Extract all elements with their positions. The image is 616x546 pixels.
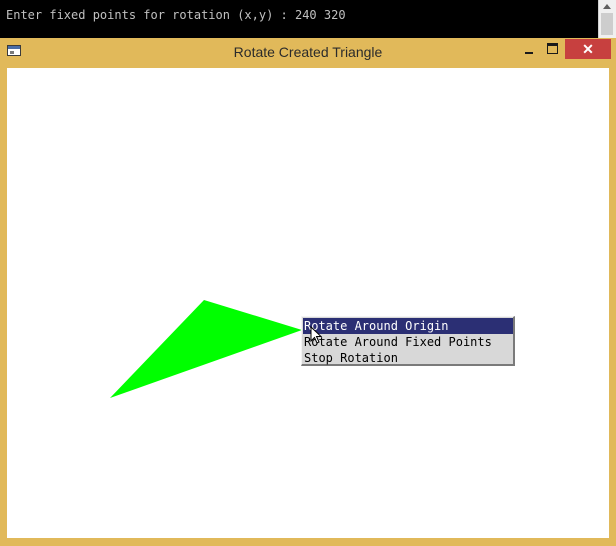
console-scrollbar[interactable] — [598, 0, 616, 38]
console-window: Enter fixed points for rotation (x,y) : … — [0, 0, 616, 38]
menu-item-rotate-fixed-points[interactable]: Rotate Around Fixed Points — [303, 334, 513, 350]
mouse-pointer-icon — [310, 326, 322, 344]
minimize-icon — [525, 52, 533, 54]
maximize-button[interactable] — [542, 39, 564, 59]
green-triangle — [110, 300, 302, 398]
drawing-canvas[interactable]: Rotate Around Origin Rotate Around Fixed… — [7, 68, 609, 538]
minimize-button[interactable] — [516, 39, 542, 59]
menu-item-stop-rotation[interactable]: Stop Rotation — [303, 350, 513, 366]
context-menu: Rotate Around Origin Rotate Around Fixed… — [301, 316, 515, 366]
close-icon: ✕ — [582, 41, 594, 57]
title-bar[interactable]: Rotate Created Triangle ✕ — [0, 38, 616, 67]
canvas-svg — [110, 300, 302, 398]
console-prompt-text: Enter fixed points for rotation (x,y) : … — [6, 8, 346, 22]
close-button[interactable]: ✕ — [565, 39, 611, 59]
menu-item-rotate-origin[interactable]: Rotate Around Origin — [303, 318, 513, 334]
maximize-icon — [547, 43, 558, 54]
scrollbar-thumb[interactable] — [601, 13, 613, 35]
app-window: Rotate Created Triangle ✕ Rotate Around … — [0, 38, 616, 546]
scroll-up-arrow-icon[interactable] — [603, 4, 611, 9]
